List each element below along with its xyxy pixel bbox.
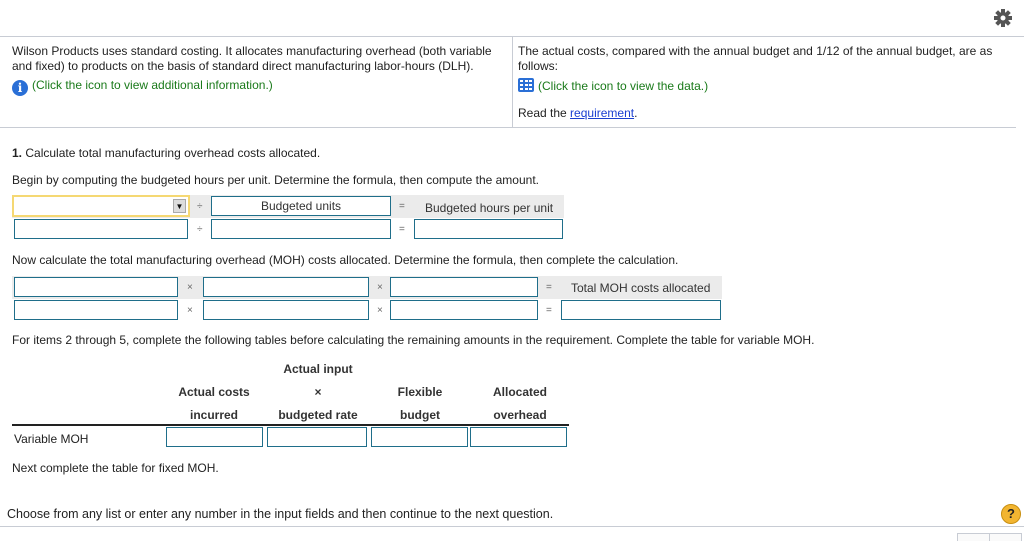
equals-operator: =: [546, 282, 552, 293]
additional-info-text[interactable]: (Click the icon to view additional infor…: [32, 78, 273, 92]
footer-instruction: Choose from any list or enter any number…: [7, 507, 554, 521]
read-prefix: Read the: [518, 106, 571, 120]
total-moh-allocated-label: Total MOH costs allocated: [571, 281, 711, 295]
info-icon[interactable]: i: [12, 80, 28, 96]
chevron-down-icon[interactable]: ▼: [173, 199, 186, 213]
budgeted-units-input[interactable]: [211, 219, 391, 239]
column-header-actual-costs: Actual costs: [178, 385, 250, 399]
column-header-actual-input: ×: [314, 385, 322, 399]
problem-intro: Wilson Products uses standard costing. I…: [12, 44, 502, 96]
equals-operator: =: [399, 224, 405, 235]
data-panel: The actual costs, compared with the annu…: [512, 37, 1017, 127]
fixed-moh-instruction: Next complete the table for fixed MOH.: [12, 461, 219, 475]
variable-moh-flexible-budget-input[interactable]: [371, 427, 468, 447]
items-instruction: For items 2 through 5, complete the foll…: [12, 333, 815, 347]
formula2-factor2-select[interactable]: [203, 277, 369, 297]
column-header-flexible-budget: budget: [400, 408, 440, 422]
column-header-allocated-overhead: overhead: [493, 408, 547, 422]
divide-operator: ÷: [197, 224, 203, 235]
additional-info-link[interactable]: i (Click the icon to view additional info…: [12, 78, 502, 96]
total-moh-allocated-input[interactable]: [561, 300, 721, 320]
formula2-factor3-select[interactable]: [390, 277, 538, 297]
step-title: Calculate total manufacturing overhead c…: [22, 146, 321, 160]
formula2-factor1-input[interactable]: [14, 300, 178, 320]
intro-divider: [0, 127, 1016, 128]
multiply-operator: ×: [187, 305, 193, 316]
formula1-numerator-input[interactable]: [14, 219, 188, 239]
column-header-actual-costs: incurred: [189, 408, 238, 422]
multiply-operator: ×: [377, 305, 383, 316]
divide-operator: ÷: [197, 201, 203, 212]
step-number: 1.: [12, 146, 23, 160]
view-data-link[interactable]: (Click the icon to view the data.): [518, 78, 1017, 94]
column-header-allocated-overhead: Allocated: [492, 385, 547, 399]
formula2-factor1-select[interactable]: [14, 277, 178, 297]
intro-text: Wilson Products uses standard costing. I…: [12, 44, 492, 73]
row-label-variable-moh: Variable MOH: [14, 432, 89, 446]
previous-button[interactable]: [957, 533, 990, 541]
table-header-divider: [12, 424, 569, 426]
column-header-flexible-budget: Flexible: [397, 385, 443, 399]
read-suffix: .: [634, 106, 638, 120]
column-header-actual-input: budgeted rate: [278, 408, 358, 422]
requirement-link[interactable]: requirement: [570, 106, 634, 120]
formula1-numerator-dropdown[interactable]: ▼: [12, 195, 190, 217]
budgeted-units-label: Budgeted units: [211, 196, 391, 216]
multiply-operator: ×: [377, 282, 383, 293]
budgeted-hours-per-unit-input[interactable]: [414, 219, 563, 239]
moh-instruction: Now calculate the total manufacturing ov…: [12, 253, 679, 267]
help-icon[interactable]: ?: [1001, 504, 1021, 524]
formula2-factor2-input[interactable]: [203, 300, 369, 320]
read-requirement: Read the requirement.: [518, 106, 1017, 121]
formula2-factor3-input[interactable]: [390, 300, 538, 320]
variable-moh-actual-input-input[interactable]: [267, 427, 367, 447]
step1-heading: 1. Calculate total manufacturing overhea…: [12, 146, 320, 160]
data-table-icon[interactable]: [518, 78, 534, 92]
equals-operator: =: [546, 305, 552, 316]
column-group-header: Actual input: [283, 362, 353, 376]
equals-operator: =: [399, 201, 405, 212]
variable-moh-allocated-overhead-input[interactable]: [470, 427, 567, 447]
footer-divider: [0, 526, 1024, 527]
variable-moh-actual-costs-input[interactable]: [166, 427, 263, 447]
multiply-operator: ×: [187, 282, 193, 293]
data-intro-text: The actual costs, compared with the annu…: [518, 44, 993, 73]
view-data-text[interactable]: (Click the icon to view the data.): [538, 79, 708, 93]
next-button[interactable]: [989, 533, 1022, 541]
begin-instruction: Begin by computing the budgeted hours pe…: [12, 173, 539, 187]
budgeted-hours-per-unit-label: Budgeted hours per unit: [425, 201, 554, 215]
gear-icon[interactable]: [993, 8, 1013, 28]
